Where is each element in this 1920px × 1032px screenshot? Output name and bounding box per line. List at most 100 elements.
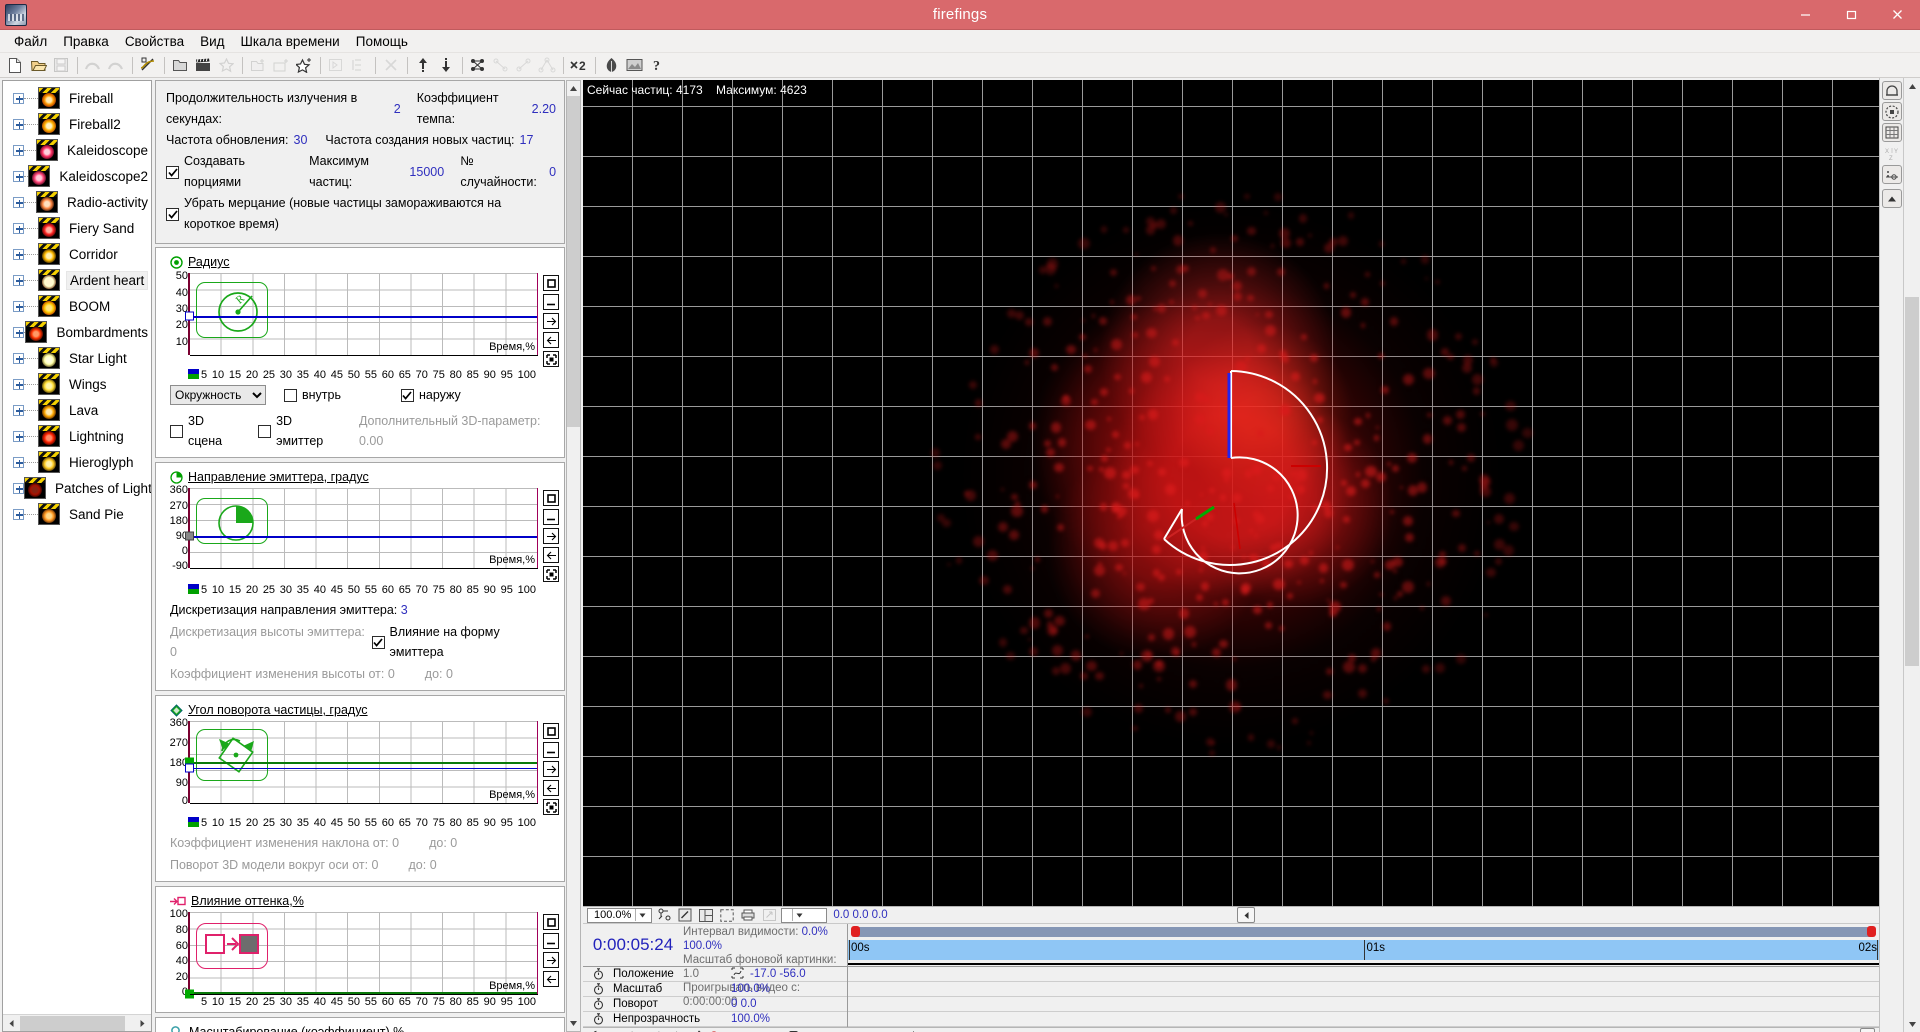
maximize-button[interactable] [1828, 0, 1874, 29]
expand-icon[interactable] [13, 222, 24, 234]
graph-emitter-plot[interactable]: Время,% [185, 488, 538, 569]
tree-item-wings[interactable]: Wings [3, 371, 151, 397]
tree-item-radio-activity[interactable]: Radio-activity [3, 189, 151, 215]
new-star-icon[interactable] [293, 55, 315, 76]
scroll-left-icon[interactable] [3, 1015, 20, 1031]
timeline-keyframe-row[interactable] [848, 997, 1879, 1012]
expand-icon[interactable] [13, 378, 24, 390]
next-graph-icon[interactable] [543, 313, 559, 329]
select-region-icon[interactable] [718, 907, 736, 923]
help-icon[interactable]: ? [646, 55, 668, 76]
record-icon[interactable] [706, 1028, 721, 1032]
radius-curve[interactable] [190, 316, 538, 318]
tree-item-lava[interactable]: Lava [3, 397, 151, 423]
leaf-icon[interactable] [600, 55, 622, 76]
track-value[interactable]: 0 0.0 [731, 998, 757, 1010]
visibility-to[interactable]: 100.0% [683, 940, 722, 952]
timeline-key-rows[interactable] [848, 967, 1879, 1027]
print-icon[interactable] [739, 907, 757, 923]
scrollbar-track[interactable] [567, 96, 580, 1016]
tree-item-fireball2[interactable]: Fireball2 [3, 111, 151, 137]
step-fwd-icon[interactable] [672, 1028, 687, 1032]
scroll-up-icon[interactable] [1904, 78, 1920, 94]
expand-icon[interactable] [13, 430, 24, 442]
minimize-graph-icon[interactable] [543, 933, 559, 949]
graph-hue-header[interactable]: Влияние оттенка,% [156, 891, 564, 912]
viewport-vertical-scrollbar[interactable] [1903, 78, 1920, 1032]
graph-radius-title[interactable]: Радиус [188, 255, 230, 269]
graph-emitter-direction-header[interactable]: Направление эмиттера, градус [156, 467, 564, 488]
pan-tool-icon[interactable] [655, 907, 673, 923]
menu-item-file[interactable]: Файл [6, 31, 55, 52]
scrollbar-thumb[interactable] [567, 96, 580, 428]
emitter-shape-select[interactable]: Окружность [170, 385, 266, 405]
update-rate-value[interactable]: 30 [294, 130, 308, 151]
tree-item-ardent-heart[interactable]: Ardent heart [3, 267, 151, 293]
scroll-up-icon[interactable] [567, 81, 580, 96]
expand-icon[interactable] [13, 92, 24, 104]
tree-item-fireball[interactable]: Fireball [3, 85, 151, 111]
next-graph-icon[interactable] [543, 528, 559, 544]
scrollbar-thumb[interactable] [1905, 296, 1919, 666]
maximize-graph-icon[interactable] [543, 914, 559, 930]
loop-icon[interactable] [689, 1028, 704, 1032]
expand-icon[interactable] [13, 274, 24, 286]
fit-graph-icon[interactable] [543, 799, 559, 815]
tempo-value[interactable]: 2.20 [532, 99, 556, 120]
menu-item-view[interactable]: Вид [192, 31, 232, 52]
collapse-up-icon[interactable] [1881, 189, 1902, 208]
tool-icon[interactable] [587, 1028, 602, 1032]
stopwatch-icon[interactable] [583, 1013, 613, 1025]
graph-scaling-header[interactable]: Масштабирование (коэффициент),% [156, 1022, 564, 1032]
tree-item-corridor[interactable]: Corridor [3, 241, 151, 267]
max-particles-value[interactable]: 15000 [409, 162, 444, 183]
stopwatch-icon[interactable] [583, 983, 613, 995]
shape-influence-checkbox[interactable] [371, 635, 385, 649]
menu-item-edit[interactable]: Правка [55, 31, 117, 52]
timeline-track-непрозрачность[interactable]: Непрозрачность 100.0% [583, 1012, 847, 1027]
graph-emitter-direction-title[interactable]: Направление эмиттера, градус [188, 470, 369, 484]
timeline-ruler[interactable]: 00s 01s 02s [848, 924, 1879, 967]
fit-graph-icon[interactable] [543, 566, 559, 582]
tree-item-bombardments[interactable]: Bombardments [3, 319, 151, 345]
graph-radius-plot[interactable]: R Время,% [185, 273, 538, 356]
graph-angle-plot[interactable]: Время,% [185, 721, 538, 804]
graph-particle-angle-title[interactable]: Угол поворота частицы, градус [188, 703, 368, 717]
expand-icon[interactable] [13, 352, 24, 364]
tree-item-patches-of-light[interactable]: Patches of Light [3, 475, 151, 501]
prev-graph-icon[interactable] [543, 547, 559, 563]
track-value[interactable]: 100.0% [731, 983, 770, 995]
expand-icon[interactable] [13, 196, 24, 208]
grid-icon[interactable] [1881, 123, 1902, 142]
radius-curve-handle[interactable] [185, 311, 194, 321]
emitter-gizmo[interactable] [1116, 353, 1346, 583]
to-end-icon[interactable] [655, 1028, 670, 1032]
inside-checkbox[interactable] [284, 388, 297, 402]
time-code[interactable]: 0:00:05:24 [583, 924, 683, 966]
minimize-graph-icon[interactable] [543, 509, 559, 525]
new-file-icon[interactable] [4, 55, 26, 76]
outside-checkbox[interactable] [400, 388, 414, 402]
maximize-graph-icon[interactable] [543, 490, 559, 506]
zoom-select[interactable]: 100.0% [587, 907, 653, 923]
no-flicker-checkbox[interactable] [166, 207, 179, 221]
tree-horizontal-scrollbar[interactable] [3, 1014, 151, 1031]
tree-item-kaleidoscope2[interactable]: Kaleidoscope2 [3, 163, 151, 189]
scroll-down-icon[interactable] [567, 1016, 580, 1031]
minimize-button[interactable] [1782, 0, 1828, 29]
close-button[interactable] [1874, 0, 1920, 29]
timeline-ruler-area[interactable]: 00s 01s 02s [848, 924, 1879, 1027]
expand-icon[interactable] [13, 482, 24, 494]
timeline-scroll-left-icon[interactable] [1860, 1028, 1875, 1032]
tree-item-lightning[interactable]: Lightning [3, 423, 151, 449]
tree-item-hieroglyph[interactable]: Hieroglyph [3, 449, 151, 475]
track-value[interactable]: 100.0% [731, 1013, 770, 1025]
scrollbar-track[interactable] [1904, 94, 1920, 1016]
emitter-curve-handle[interactable] [185, 531, 194, 541]
timeline-keyframe-row[interactable] [848, 1012, 1879, 1027]
target-icon[interactable] [1881, 102, 1902, 121]
times2-icon[interactable]: 2 [568, 55, 590, 76]
layout-icon[interactable] [697, 907, 715, 923]
expand-icon[interactable] [13, 144, 24, 156]
chevron-down-icon[interactable] [792, 909, 806, 921]
